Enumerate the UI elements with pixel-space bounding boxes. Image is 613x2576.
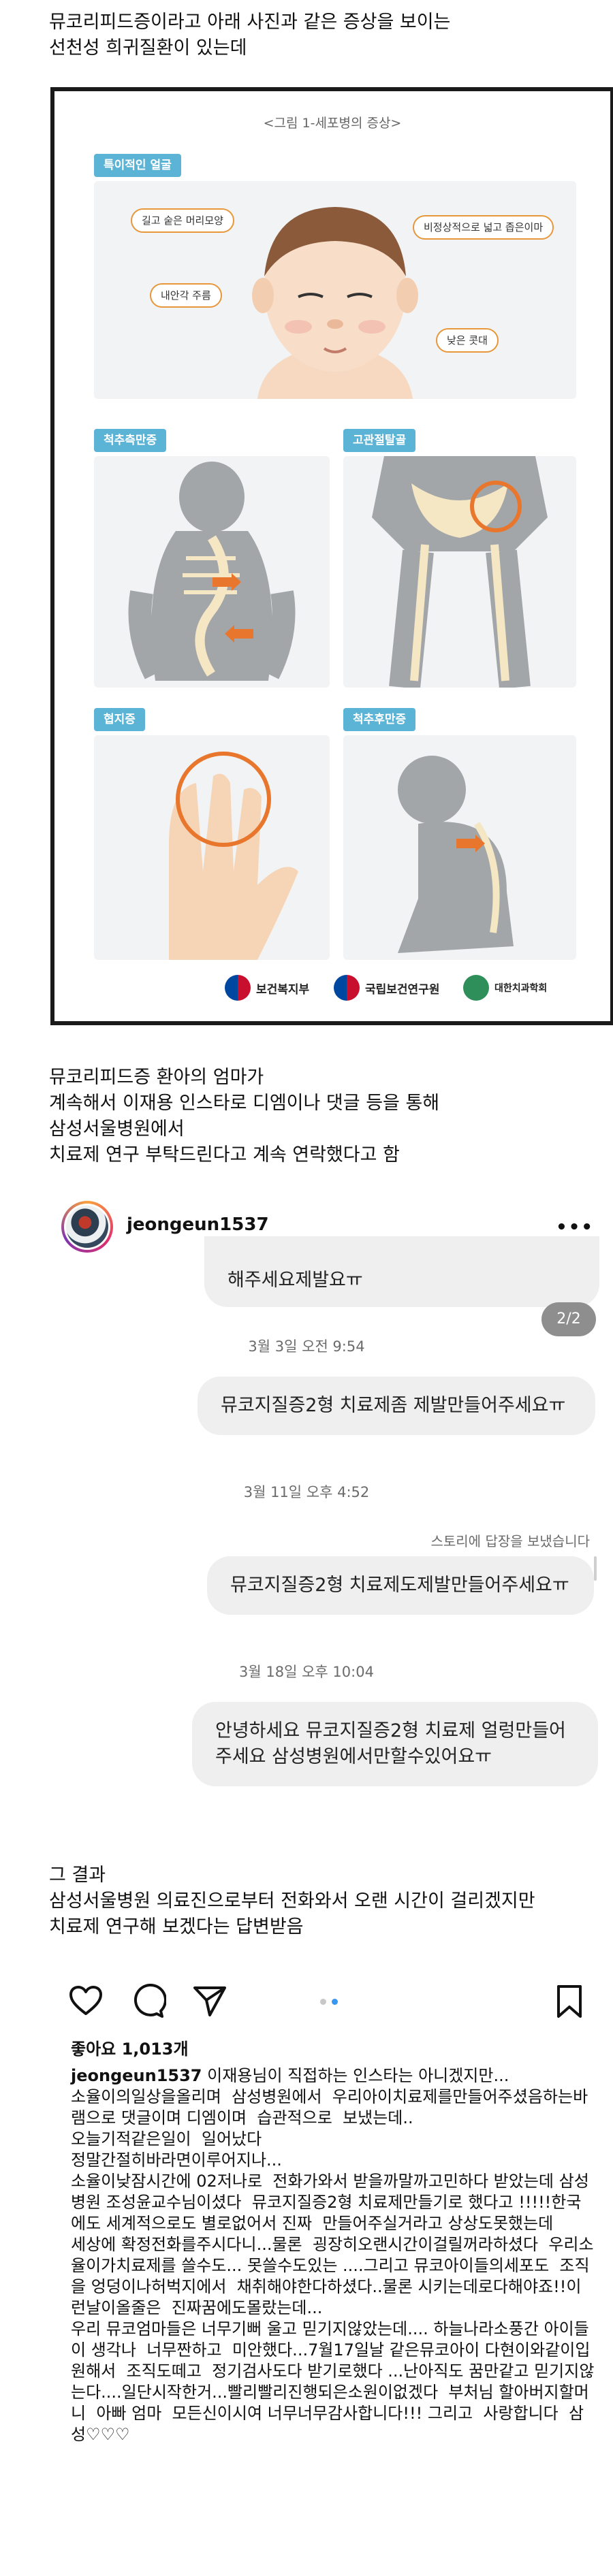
hip-panel	[343, 456, 576, 688]
logo-association: 대한치과학회	[463, 971, 547, 1005]
comment-icon[interactable]	[131, 1984, 166, 2019]
result-line-1: 그 결과	[49, 1865, 106, 1886]
story-reply-bar	[594, 1556, 597, 1581]
dm-bubble-partial: 해주세요제발요ㅠ	[204, 1236, 599, 1307]
dm-bubble-partial-text: 해주세요제발요ㅠ	[227, 1270, 363, 1291]
avatar[interactable]	[61, 1201, 113, 1253]
spine-arrow-left	[225, 625, 253, 643]
spine-panel	[94, 456, 330, 688]
hip-illustration	[372, 456, 548, 688]
callout-forehead: 비정상적으로 넓고 좁은이마	[413, 215, 554, 240]
spine-illustration	[128, 462, 296, 681]
carousel-dots	[320, 1999, 338, 2005]
carousel-dot-1	[320, 1999, 326, 2005]
post-username[interactable]: jeongeun1537	[127, 1214, 269, 1235]
mid-text: 뮤코리피드증 환아의 엄마가 계속해서 이재용 인스타로 디엠이나 댓글 등을 …	[49, 1065, 594, 1168]
result-text: 그 결과 삼성서울병원 의료진으로부터 전화와서 오랜 시간이 걸리겠지만 치료…	[49, 1863, 594, 1940]
intro-text: 뮤코리피드증이라고 아래 사진과 같은 증상을 보이는 선천성 희귀질환이 있는…	[49, 10, 594, 61]
dm-bubble-1: 뮤코지질증2형 치료제좀 제발만들어주세요ㅠ	[198, 1376, 595, 1435]
dm-bubble-3: 안녕하세요 뮤코지질증2형 치료제 얼렁만들어주세요 삼성병원에서만할수있어요ㅠ	[192, 1702, 598, 1786]
ministry-emblem-icon	[225, 975, 251, 1001]
symptom-infographic: <그림 1-세포병의 증상> 특이적인 얼굴 길고 숱은 머리모양 비정상적으로…	[50, 87, 613, 1025]
avatar-frame	[64, 1204, 110, 1250]
mid-line-4: 치료제 연구 부탁드린다고 계속 연락했다고 함	[49, 1144, 400, 1165]
association-emblem-icon	[463, 975, 489, 1001]
section-tag-hip: 고관절탈골	[343, 429, 416, 452]
section-tag-face: 특이적인 얼굴	[94, 154, 181, 177]
dm-bubble-3-text: 안녕하세요 뮤코지질증2형 치료제 얼렁만들어주세요 삼성병원에서만할수있어요ㅠ	[215, 1720, 566, 1767]
caption-username[interactable]: jeongeun1537	[71, 2066, 202, 2085]
dm-bubble-1-text: 뮤코지질증2형 치료제좀 제발만들어주세요ㅠ	[221, 1395, 566, 1416]
result-line-2: 삼성서울병원 의료진으로부터 전화와서 오랜 시간이 걸리겠지만	[49, 1890, 535, 1912]
section-tag-finger: 협지증	[94, 708, 145, 731]
mid-line-3: 삼성서울병원에서	[49, 1118, 185, 1140]
dm-screenshot: 해주세요제발요ㅠ 2/2 3월 3일 오전 9:54 뮤코지질증2형 치료제좀 …	[0, 1236, 613, 1835]
logo-ministry: 보건복지부	[225, 971, 309, 1005]
bookmark-icon[interactable]	[552, 1984, 587, 2019]
institute-emblem-icon	[334, 975, 360, 1001]
intro-line-1: 뮤코리피드증이라고 아래 사진과 같은 증상을 보이는	[49, 12, 451, 33]
share-icon[interactable]	[192, 1984, 227, 2019]
kyphosis-arrow	[456, 835, 485, 852]
dm-timestamp-3: 3월 18일 오후 10:04	[239, 1664, 374, 1680]
post-caption: jeongeun1537 이재용님이 직접하는 인스타는 아니겠지만... 소율…	[71, 2065, 595, 2445]
logo-association-label: 대한치과학회	[494, 983, 548, 994]
intro-line-2: 선천성 희귀질환이 있는데	[49, 37, 247, 59]
page-badge: 2/2	[541, 1302, 596, 1336]
callout-nose: 낮은 콧대	[436, 328, 499, 353]
spine-arrow-right	[213, 573, 241, 591]
avatar-image	[66, 1206, 108, 1248]
finger-ring-highlight	[176, 752, 271, 847]
dm-timestamp-1: 3월 3일 오전 9:54	[248, 1338, 365, 1355]
section-tag-kyphosis: 척추후만증	[343, 708, 416, 731]
dm-bubble-2-text: 뮤코지질증2형 치료제도제발만들어주세요ㅠ	[230, 1575, 569, 1596]
section-tag-spine: 척추측만증	[94, 429, 167, 452]
logo-institute-label: 국립보건연구원	[365, 982, 440, 997]
callout-hair: 길고 숱은 머리모양	[131, 208, 234, 233]
hip-ring-highlight	[470, 481, 522, 532]
callout-eyelid: 내안각 주름	[150, 283, 222, 308]
story-reply-label: 스토리에 답장을 보냈습니다	[430, 1533, 590, 1549]
carousel-dot-2	[332, 1999, 338, 2005]
dm-timestamp-2: 3월 11일 오후 4:52	[243, 1484, 370, 1500]
mid-line-1: 뮤코리피드증 환아의 엄마가	[49, 1067, 264, 1088]
likes-count[interactable]: 좋아요 1,013개	[71, 2035, 189, 2059]
logo-ministry-label: 보건복지부	[256, 982, 310, 997]
post-action-bar	[0, 1974, 613, 2029]
dm-bubble-2: 뮤코지질증2형 치료제도제발만들어주세요ㅠ	[207, 1556, 594, 1615]
logo-row: 보건복지부 국립보건연구원 대한치과학회	[54, 971, 610, 1005]
logo-institute: 국립보건연구원	[334, 971, 439, 1005]
mid-line-2: 계속해서 이재용 인스타로 디엠이나 댓글 등을 통해	[49, 1093, 440, 1114]
heart-icon[interactable]	[68, 1984, 104, 2019]
more-horizontal-icon[interactable]: •••	[556, 1217, 594, 1238]
caption-text: 이재용님이 직접하는 인스타는 아니겠지만... 소율이의일상을올리며 삼성병원…	[71, 2066, 595, 2444]
infographic-title: <그림 1-세포병의 증상>	[263, 116, 402, 131]
result-line-3: 치료제 연구해 보겠다는 답변받음	[49, 1916, 304, 1937]
